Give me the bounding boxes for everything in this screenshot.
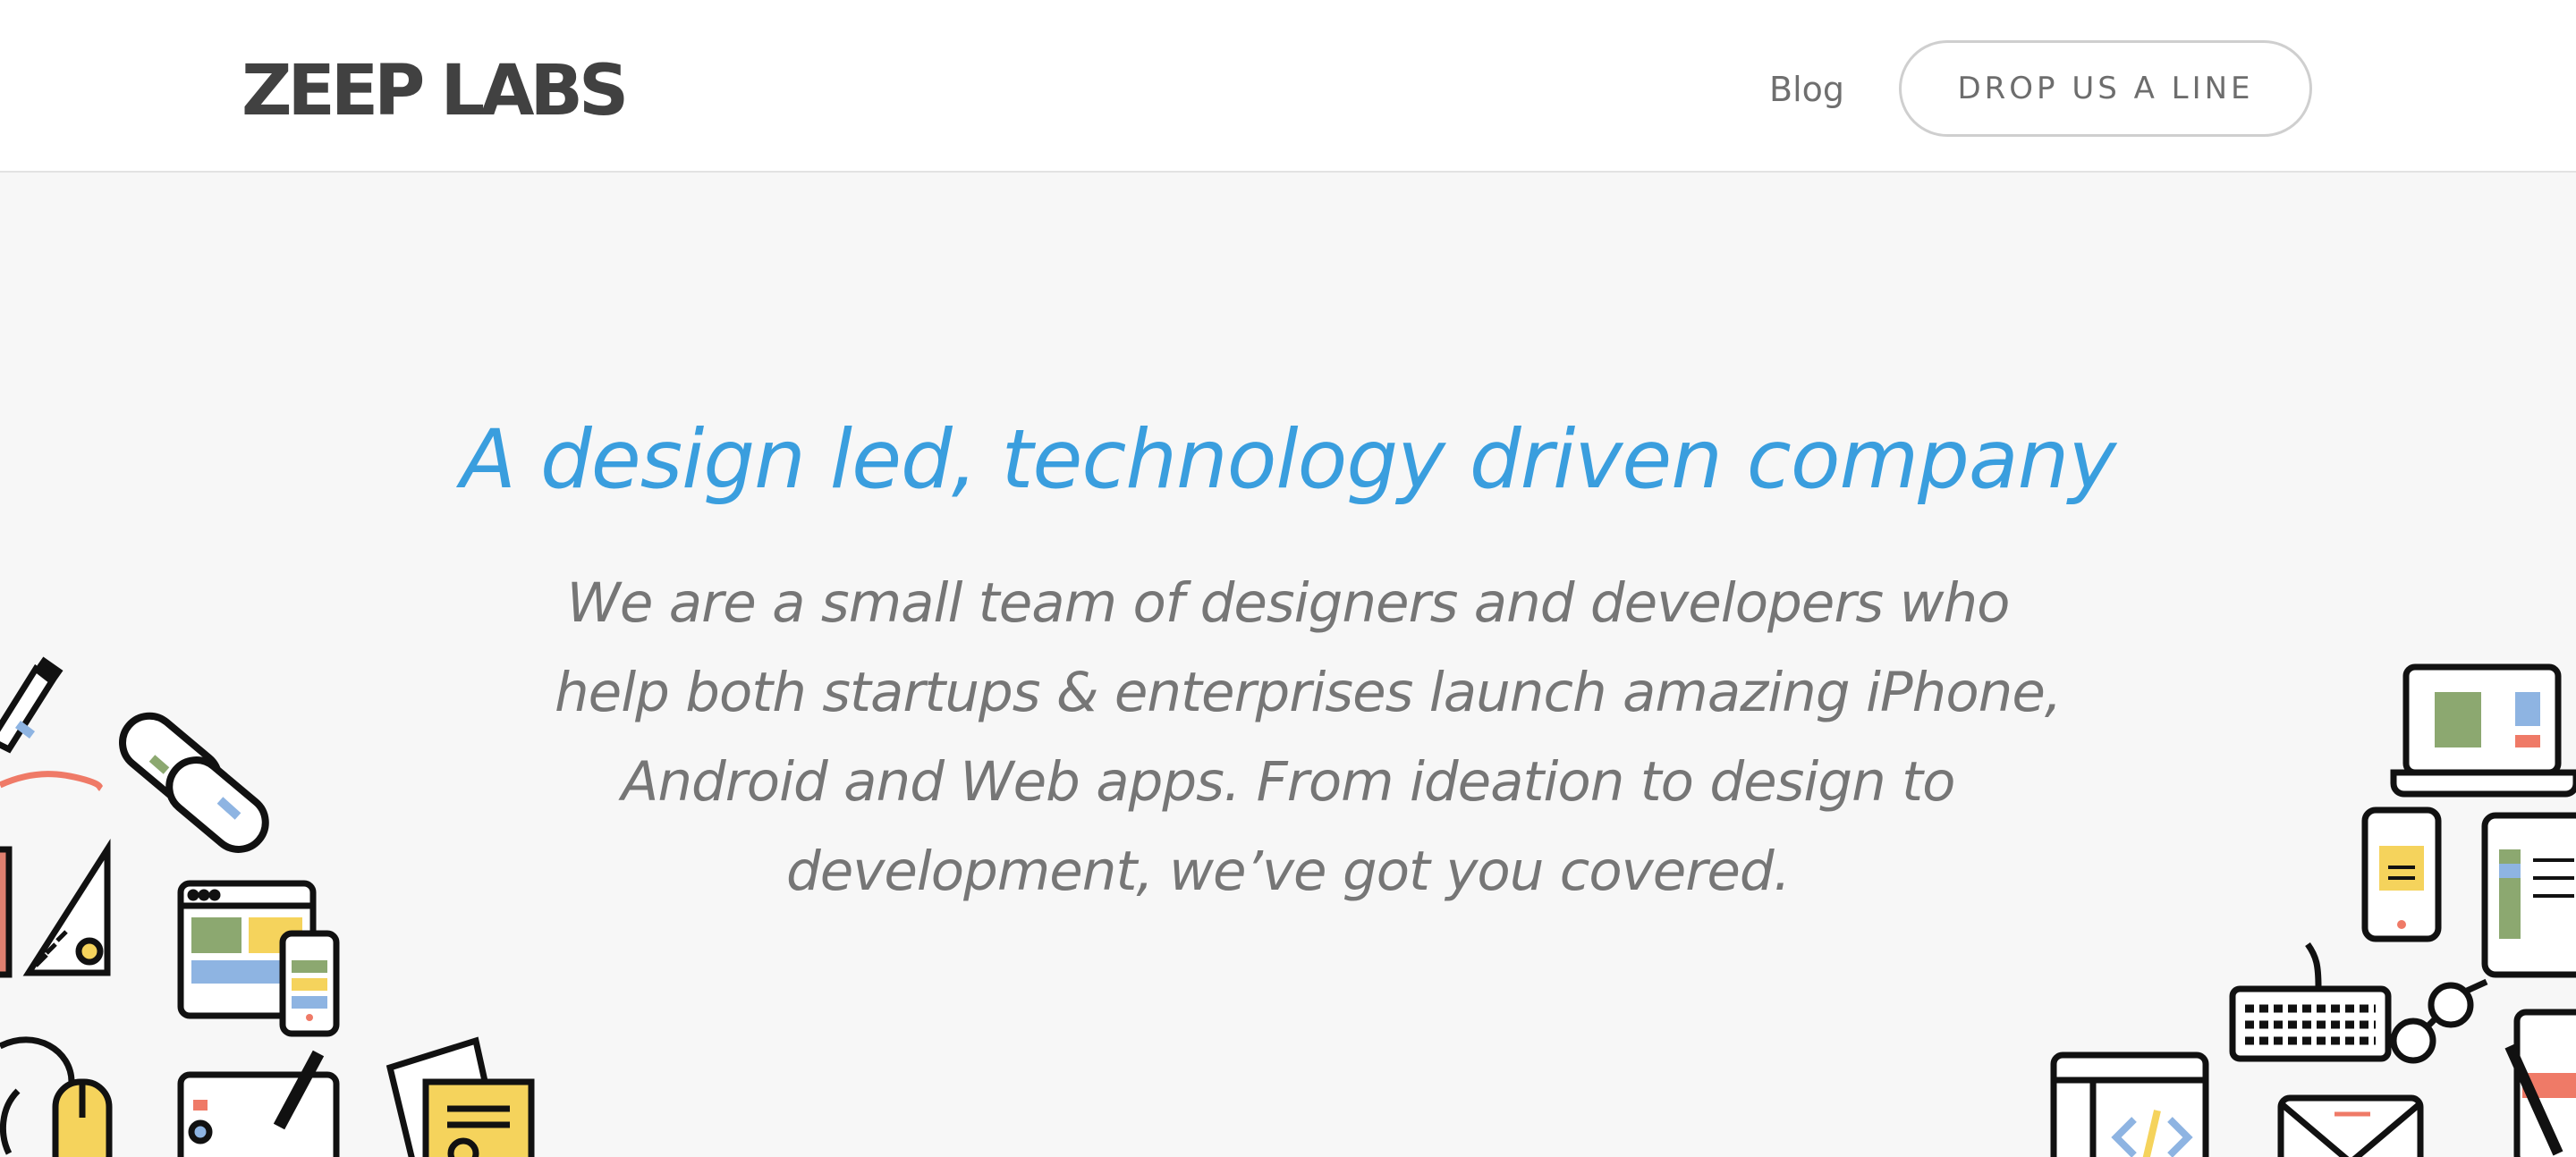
hero-line: Android and Web apps. From ideation to d…	[621, 750, 1956, 814]
site-header: ZEEP LABS Blog DROP US A LINE	[0, 0, 2576, 173]
tablet-pen-icon	[177, 1050, 340, 1157]
mouse-icon	[0, 1036, 113, 1157]
notebook-icon	[2504, 1009, 2576, 1157]
left-illustration-cluster	[0, 656, 535, 1157]
code-window-icon	[2050, 1051, 2209, 1157]
laptop-icon	[2390, 663, 2576, 798]
ruler-triangle-icon	[22, 839, 111, 976]
hero-title: A design led, technology driven company	[460, 413, 2116, 507]
glasses-icon	[2390, 978, 2488, 1064]
envelope-icon	[2277, 1094, 2424, 1157]
hero-line: We are a small team of designers and dev…	[566, 571, 2011, 635]
brand-logo[interactable]: ZEEP LABS	[242, 48, 629, 134]
smartphone-icon	[279, 930, 340, 1037]
tablet-icon	[2481, 812, 2576, 978]
pencil-icon	[0, 656, 64, 754]
hero-line: help both startups & enterprises launch …	[555, 661, 2062, 724]
hero-description: We are a small team of designers and dev…	[555, 559, 2062, 916]
right-illustration-cluster	[2050, 663, 2576, 1157]
smartphone-icon	[2361, 807, 2442, 942]
document-icon	[386, 1036, 535, 1157]
hero-line: development, we’ve got you covered.	[785, 840, 1791, 903]
nav-blog-link[interactable]: Blog	[1769, 68, 1844, 111]
link-chain-icon	[119, 712, 269, 853]
squiggle-line-icon	[0, 771, 104, 791]
drop-us-a-line-button[interactable]: DROP US A LINE	[1899, 40, 2312, 137]
keyboard-icon	[2229, 942, 2392, 1062]
ruler-icon	[0, 846, 13, 978]
